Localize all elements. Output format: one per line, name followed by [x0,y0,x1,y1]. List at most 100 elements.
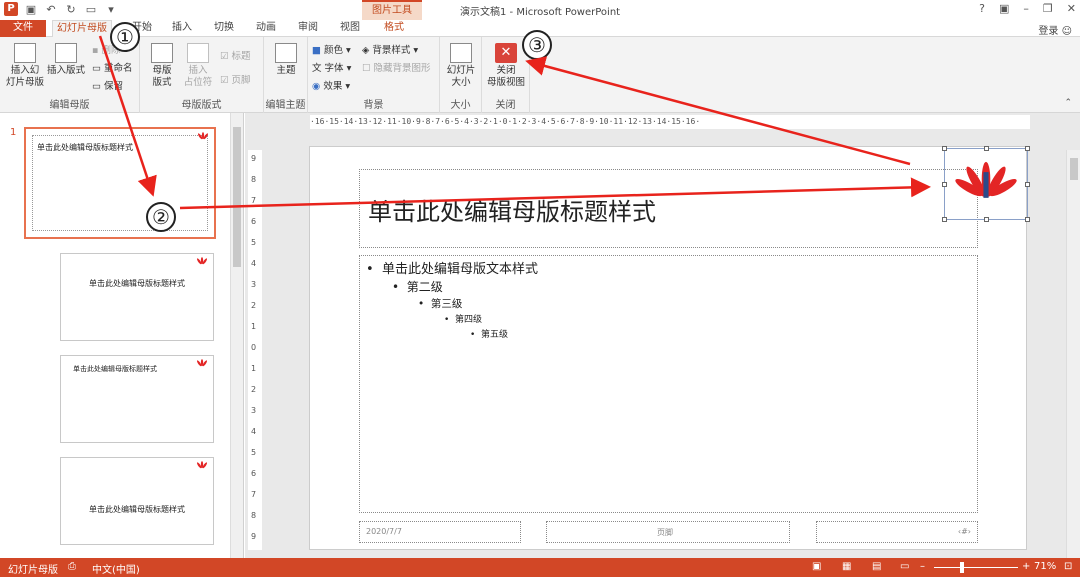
vertical-ruler-tick-label: 1 [251,364,257,373]
slideshow-icon[interactable]: ▭ [900,561,909,572]
title-checkbox[interactable]: ☑ 标题 [220,51,251,63]
powerpoint-logo-icon: P [4,2,18,16]
tab-transitions[interactable]: 切换 [209,20,239,37]
normal-view-icon[interactable]: ▣ [812,561,821,572]
reading-view-icon[interactable]: ▤ [872,561,881,572]
resize-handle[interactable] [1025,146,1030,151]
tab-slide-master[interactable]: 幻灯片母版 [52,20,112,37]
fit-to-window-icon[interactable]: ⊡ [1064,561,1072,572]
level-2-text[interactable]: • 第二级 [392,278,443,295]
spell-check-icon[interactable]: ⎙ [68,561,76,572]
vertical-ruler-tick-label: 8 [251,175,257,184]
tab-animations[interactable]: 动画 [251,20,281,37]
slide-size-button[interactable]: 幻灯片 大小 [442,43,480,89]
tab-file[interactable]: 文件 [0,20,46,37]
zoom-out-icon[interactable]: – [920,561,925,572]
hide-background-checkbox[interactable]: ☐ 隐藏背景图形 [362,63,431,75]
level-3-text[interactable]: • 第三级 [418,296,462,311]
thumbnail-scrollbar[interactable] [230,113,243,558]
fonts-button[interactable]: 文 字体 ▾ [312,63,351,75]
slide-number-placeholder[interactable]: ‹#› [816,521,978,543]
sign-in-link[interactable]: 登录 ☺ [1038,22,1072,37]
tab-insert[interactable]: 插入 [167,20,197,37]
minimize-icon[interactable]: – [1023,2,1029,15]
close-icon[interactable]: ✕ [1067,2,1076,15]
insert-slide-master-icon [14,43,36,63]
insert-layout-icon [55,43,77,63]
master-layout-button[interactable]: 母版 版式 [144,43,180,89]
vertical-ruler-tick-label: 5 [251,448,257,457]
footer-placeholder[interactable]: 页脚 [546,521,790,543]
ribbon-display-options-icon[interactable]: ▣ [999,2,1009,15]
level-4-text[interactable]: • 第四级 [444,312,482,325]
zoom-slider[interactable] [934,562,1018,573]
slide-thumbnail-pane: 1 单击此处编辑母版标题样式 单击此处编辑母版标题样式 单击此处编辑母版标题样式… [0,113,244,558]
preserve-button[interactable]: ▭ 保留 [92,81,123,93]
level-5-text[interactable]: • 第五级 [470,327,508,340]
editor-scrollbar-thumb[interactable] [1070,158,1078,180]
huawei-logo-icon [196,359,208,367]
restore-icon[interactable]: ❐ [1043,2,1053,15]
thumbnail-scrollbar-thumb[interactable] [233,127,241,267]
master-title-text[interactable]: 单击此处编辑母版标题样式 [368,192,656,227]
group-master-layout: 母版 版式 插入 占位符 ☑ 标题 ☑ 页脚 母版版式 [140,37,264,113]
zoom-level[interactable]: 71% [1034,561,1056,572]
editor-scrollbar[interactable] [1066,150,1080,558]
resize-handle[interactable] [984,146,989,151]
insert-layout-button[interactable]: 插入版式 [46,43,86,77]
group-size: 幻灯片 大小 大小 [440,37,482,113]
save-icon[interactable]: ▣ [24,3,38,16]
master-slide[interactable]: 单击此处编辑母版标题样式 • 单击此处编辑母版文本样式 • 第二级 • 第三级 … [309,146,1030,550]
vertical-ruler-tick-label: 4 [251,427,257,436]
slide-sorter-icon[interactable]: ▦ [842,561,851,572]
footer-checkbox[interactable]: ☑ 页脚 [220,75,251,87]
thumbnail-layout-section[interactable]: 单击此处编辑母版标题样式 [60,457,214,545]
customize-qat-icon[interactable]: ▾ [104,3,118,16]
insert-placeholder-button[interactable]: 插入 占位符 [180,43,216,89]
vertical-ruler-tick-label: 9 [251,532,257,541]
background-styles-button[interactable]: ◈ 背景样式 ▾ [362,45,418,57]
annotation-marker-1: ① [110,22,140,52]
tab-format[interactable]: 格式 [377,20,411,37]
status-language[interactable]: 中文(中国) [92,561,140,576]
help-icon[interactable]: ? [979,2,985,15]
colors-button[interactable]: ■ 颜色 ▾ [312,45,351,57]
thumbnail-layout-title[interactable]: 单击此处编辑母版标题样式 [60,253,214,341]
start-slideshow-icon[interactable]: ▭ [84,3,98,16]
close-master-view-button[interactable]: ✕ 关闭 母版视图 [484,43,528,89]
redo-icon[interactable]: ↻ [64,3,78,16]
resize-handle[interactable] [1025,217,1030,222]
zoom-in-icon[interactable]: + [1022,561,1030,572]
vertical-ruler-tick-label: 1 [251,322,257,331]
resize-handle[interactable] [984,217,989,222]
collapse-ribbon-icon[interactable]: ⌃ [1064,98,1072,108]
level-1-text[interactable]: • 单击此处编辑母版文本样式 [366,258,538,277]
rename-button[interactable]: ▭ 重命名 [92,63,133,75]
resize-handle[interactable] [1025,182,1030,187]
logo-picture-selected[interactable] [942,146,1030,222]
thumbnail-master[interactable]: 单击此处编辑母版标题样式 [24,127,216,239]
insert-slide-master-button[interactable]: 插入幻 灯片母版 [4,43,46,89]
effects-button[interactable]: ◉ 效果 ▾ [312,81,350,93]
resize-handle[interactable] [942,217,947,222]
slide-size-icon [450,43,472,63]
thumbnail-title: 单击此处编辑母版标题样式 [37,143,133,152]
status-view-mode: 幻灯片母版 [8,565,58,576]
group-label-edit-master: 编辑母版 [49,100,90,111]
thumbnail-layout-content[interactable]: 单击此处编辑母版标题样式 [60,355,214,443]
group-edit-theme: 主题 编辑主题 [264,37,308,113]
resize-handle[interactable] [942,182,947,187]
title-placeholder[interactable]: 单击此处编辑母版标题样式 [359,169,978,248]
date-placeholder[interactable]: 2020/7/7 [359,521,521,543]
body-placeholder[interactable]: • 单击此处编辑母版文本样式 • 第二级 • 第三级 • 第四级 • 第五级 [359,255,978,513]
group-label-master-layout: 母版版式 [181,100,222,111]
themes-button[interactable]: 主题 [268,43,304,77]
tab-view[interactable]: 视图 [335,20,365,37]
vertical-ruler-tick-label: 6 [251,217,257,226]
footer-slide-number: ‹#› [957,527,971,536]
zoom-slider-thumb[interactable] [960,562,965,573]
tab-review[interactable]: 审阅 [293,20,323,37]
resize-handle[interactable] [942,146,947,151]
undo-icon[interactable]: ↶ [44,3,58,16]
group-label-background: 背景 [363,100,384,111]
